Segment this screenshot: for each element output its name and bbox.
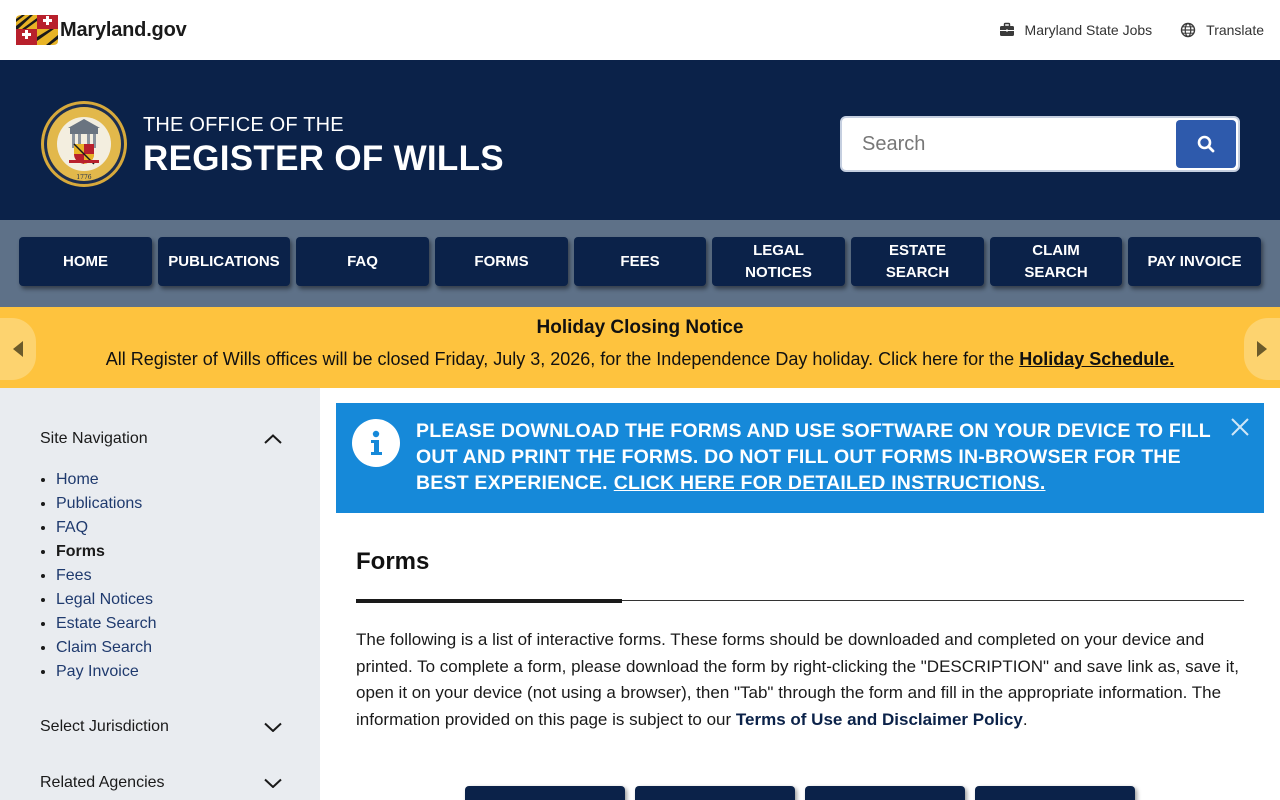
maryland-gov-logo[interactable]: Maryland.gov	[16, 15, 187, 45]
caret-right-icon	[1257, 341, 1267, 357]
sidebar-item-forms[interactable]: Forms	[56, 543, 105, 560]
nav-fees[interactable]: FEES	[574, 237, 706, 286]
sidebar-item-publications[interactable]: Publications	[56, 495, 142, 512]
alert-body-text: All Register of Wills offices will be cl…	[105, 349, 1015, 369]
translate-link[interactable]: Translate	[1180, 22, 1264, 38]
utility-bar: Maryland.gov Maryland State Jobs Transla…	[0, 0, 1280, 60]
maryland-gov-wordmark: Maryland.gov	[60, 18, 187, 41]
nav-pay-invoice[interactable]: PAY INVOICE	[1128, 237, 1261, 286]
select-jurisdiction-toggle[interactable]: Select Jurisdiction	[40, 718, 282, 736]
alert-body: All Register of Wills offices will be cl…	[0, 349, 1280, 370]
form-category-button[interactable]	[635, 786, 795, 800]
sidebar-item-faq[interactable]: FAQ	[56, 519, 88, 536]
list-item: Forms	[56, 540, 157, 564]
related-agencies-label: Related Agencies	[40, 774, 165, 791]
state-jobs-label: Maryland State Jobs	[1024, 22, 1153, 38]
sidebar: Site Navigation Home Publications FAQ Fo…	[0, 388, 320, 800]
site-navigation-label: Site Navigation	[40, 430, 148, 447]
nav-publications[interactable]: PUBLICATIONS	[158, 237, 290, 286]
forms-instructions-notice: PLEASE DOWNLOAD THE FORMS AND USE SOFTWA…	[336, 403, 1264, 513]
sidebar-item-home[interactable]: Home	[56, 471, 99, 488]
nav-claim-search[interactable]: CLAIM SEARCH	[990, 237, 1122, 286]
state-jobs-link[interactable]: Maryland State Jobs	[999, 22, 1153, 38]
site-header: 1776 THE OFFICE OF THE REGISTER OF WILLS	[0, 60, 1280, 220]
alert-next-button[interactable]	[1244, 318, 1280, 380]
utility-links: Maryland State Jobs Translate	[999, 22, 1264, 38]
nav-forms[interactable]: FORMS	[435, 237, 568, 286]
search-input[interactable]	[842, 118, 1176, 170]
nav-home[interactable]: HOME	[19, 237, 152, 286]
site-title-main: REGISTER OF WILLS	[143, 139, 504, 178]
sidebar-item-fees[interactable]: Fees	[56, 567, 92, 584]
search-box	[840, 116, 1240, 172]
main-navigation: HOME PUBLICATIONS FAQ FORMS FEES LEGAL N…	[0, 220, 1280, 307]
briefcase-icon	[999, 22, 1014, 36]
site-navigation-list: Home Publications FAQ Forms Fees Legal N…	[56, 468, 157, 684]
alert-title: Holiday Closing Notice	[536, 317, 744, 338]
list-item: Home	[56, 468, 157, 492]
maryland-flag-icon	[16, 15, 58, 45]
list-item: Claim Search	[56, 636, 157, 660]
chevron-down-icon	[264, 722, 282, 732]
list-item: Publications	[56, 492, 157, 516]
nav-faq[interactable]: FAQ	[296, 237, 429, 286]
form-category-button[interactable]	[805, 786, 965, 800]
select-jurisdiction-label: Select Jurisdiction	[40, 718, 169, 735]
sidebar-item-pay-invoice[interactable]: Pay Invoice	[56, 663, 139, 680]
sidebar-item-legal-notices[interactable]: Legal Notices	[56, 591, 153, 608]
chevron-up-icon	[264, 434, 282, 444]
info-icon	[352, 419, 400, 467]
list-item: Fees	[56, 564, 157, 588]
svg-text:1776: 1776	[76, 174, 91, 181]
search-button[interactable]	[1176, 120, 1236, 168]
list-item: Pay Invoice	[56, 660, 157, 684]
nav-estate-search[interactable]: ESTATE SEARCH	[851, 237, 984, 286]
page-title: Forms	[356, 548, 430, 575]
site-navigation-toggle[interactable]: Site Navigation	[40, 430, 282, 448]
sidebar-item-estate-search[interactable]: Estate Search	[56, 615, 157, 632]
notice-text: PLEASE DOWNLOAD THE FORMS AND USE SOFTWA…	[416, 418, 1216, 496]
register-of-wills-seal-icon[interactable]: 1776	[40, 100, 128, 188]
title-underline	[356, 599, 622, 603]
list-item: Estate Search	[56, 612, 157, 636]
terms-of-use-link[interactable]: Terms of Use and Disclaimer Policy	[736, 710, 1023, 729]
chevron-down-icon	[264, 778, 282, 788]
forms-intro-text: The following is a list of interactive f…	[356, 627, 1256, 733]
globe-icon	[1180, 22, 1196, 38]
holiday-alert-banner: Holiday Closing Notice All Register of W…	[0, 307, 1280, 388]
site-title[interactable]: THE OFFICE OF THE REGISTER OF WILLS	[143, 114, 504, 179]
related-agencies-toggle[interactable]: Related Agencies	[40, 774, 282, 792]
list-item: FAQ	[56, 516, 157, 540]
sidebar-item-claim-search[interactable]: Claim Search	[56, 639, 152, 656]
translate-label: Translate	[1206, 22, 1264, 38]
form-category-button[interactable]	[975, 786, 1135, 800]
holiday-schedule-link[interactable]: Holiday Schedule.	[1019, 349, 1174, 369]
intro-end: .	[1022, 709, 1028, 729]
close-icon[interactable]	[1230, 417, 1250, 437]
nav-legal-notices[interactable]: LEGAL NOTICES	[712, 237, 845, 286]
detailed-instructions-link[interactable]: CLICK HERE FOR DETAILED INSTRUCTIONS.	[614, 472, 1046, 494]
form-category-button[interactable]	[465, 786, 625, 800]
list-item: Legal Notices	[56, 588, 157, 612]
site-title-prefix: THE OFFICE OF THE	[143, 114, 344, 136]
search-icon	[1197, 135, 1215, 153]
